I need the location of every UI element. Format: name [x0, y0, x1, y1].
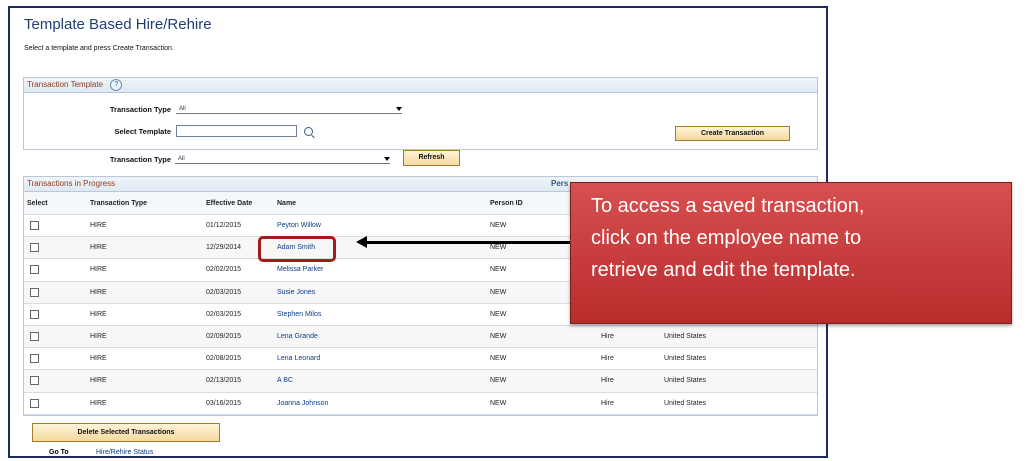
- column-header-transaction-type: Transaction Type: [90, 192, 206, 215]
- select-template-label: Select Template: [114, 127, 171, 136]
- transaction-type-cell: HIRE: [90, 214, 206, 238]
- row-checkbox[interactable]: [30, 332, 39, 342]
- effective-date-cell: 02/03/2015: [206, 303, 277, 326]
- action-cell: Hire: [601, 392, 664, 415]
- effective-date-cell: 02/13/2015: [206, 369, 277, 393]
- delete-selected-transactions-button[interactable]: Delete Selected Transactions: [32, 423, 220, 442]
- chevron-down-icon: [396, 107, 402, 111]
- table-row: HIRE 03/16/2015 Joanna Johnson NEW Hire Unite…: [24, 392, 817, 415]
- effective-date-cell: 02/03/2015: [206, 281, 277, 304]
- refresh-button[interactable]: Refresh: [403, 150, 460, 166]
- arrow-head-icon: [356, 236, 367, 248]
- employee-name-link[interactable]: Stephen Milos: [277, 303, 490, 326]
- search-icon[interactable]: [304, 127, 313, 136]
- page-title: Template Based Hire/Rehire: [24, 16, 212, 33]
- filter-transaction-type-select[interactable]: All: [175, 154, 390, 164]
- filter-transaction-type-value: All: [178, 156, 185, 162]
- column-header-effective-date: Effective Date: [206, 192, 277, 215]
- employee-name-link[interactable]: Peyton Willow: [277, 214, 490, 238]
- employee-name-link[interactable]: Lena Leonard: [277, 347, 490, 371]
- select-template-input[interactable]: [176, 125, 297, 137]
- action-cell: Hire: [601, 325, 664, 349]
- row-checkbox[interactable]: [30, 243, 39, 253]
- instructions: Select a template and press Create Trans…: [24, 45, 174, 52]
- transactions-in-progress-title: Transactions in Progress: [27, 179, 116, 188]
- column-header-name: Name: [277, 192, 490, 215]
- effective-date-cell: 02/02/2015: [206, 258, 277, 282]
- transaction-template-header: Transaction Template ?: [24, 78, 817, 93]
- name-highlight-box: [258, 236, 336, 262]
- transaction-template-section: Transaction Template ? Transaction Type …: [23, 77, 818, 150]
- transaction-type-cell: HIRE: [90, 369, 206, 393]
- action-cell: Hire: [601, 369, 664, 393]
- employee-name-link[interactable]: Lena Grande: [277, 325, 490, 349]
- transaction-type-select[interactable]: All: [176, 104, 402, 114]
- transaction-type-cell: HIRE: [90, 392, 206, 415]
- country-cell: United States: [664, 392, 817, 415]
- transaction-type-cell: HIRE: [90, 281, 206, 304]
- hire-rehire-status-link[interactable]: Hire/Rehire Status: [96, 449, 153, 456]
- row-checkbox[interactable]: [30, 309, 39, 319]
- employee-name-link[interactable]: Susie Jones: [277, 281, 490, 304]
- table-row: HIRE 02/13/2015 A BC NEW Hire United States: [24, 369, 817, 393]
- help-icon[interactable]: ?: [110, 78, 123, 91]
- row-checkbox[interactable]: [30, 376, 39, 386]
- transaction-template-title: Transaction Template: [27, 80, 104, 89]
- action-cell: Hire: [601, 347, 664, 371]
- country-cell: United States: [664, 325, 817, 349]
- column-header-select: Select: [24, 192, 90, 215]
- employee-name-link[interactable]: Melissa Parker: [277, 258, 490, 282]
- transaction-type-cell: HIRE: [90, 236, 206, 260]
- create-transaction-button[interactable]: Create Transaction: [675, 126, 790, 141]
- table-row: HIRE 02/08/2015 Lena Leonard NEW Hire United …: [24, 347, 817, 371]
- effective-date-cell: 02/08/2015: [206, 347, 277, 371]
- callout-text: To access a saved transaction, click on …: [591, 195, 865, 281]
- transaction-type-label: Transaction Type: [109, 105, 171, 114]
- transaction-type-cell: HIRE: [90, 347, 206, 371]
- arrow-line: [365, 241, 570, 244]
- row-checkbox[interactable]: [30, 354, 39, 364]
- effective-date-cell: 03/16/2015: [206, 392, 277, 415]
- effective-date-cell: 01/12/2015: [206, 214, 277, 238]
- person-id-cell: NEW: [490, 347, 601, 371]
- row-checkbox[interactable]: [30, 287, 39, 297]
- chevron-down-icon: [384, 157, 390, 161]
- table-row: HIRE 02/09/2015 Lena Grande NEW Hire United S…: [24, 325, 817, 349]
- transaction-type-cell: HIRE: [90, 325, 206, 349]
- row-checkbox[interactable]: [30, 398, 39, 408]
- instruction-callout: To access a saved transaction, click on …: [570, 182, 1012, 324]
- country-cell: United States: [664, 369, 817, 393]
- employee-name-link[interactable]: Joanna Johnson: [277, 392, 490, 415]
- personalize-link[interactable]: Pers: [551, 177, 568, 191]
- transaction-type-value: All: [179, 106, 186, 112]
- person-id-cell: NEW: [490, 392, 601, 415]
- goto-label: Go To: [49, 449, 69, 456]
- transaction-type-cell: HIRE: [90, 303, 206, 326]
- person-id-cell: NEW: [490, 369, 601, 393]
- row-checkbox[interactable]: [30, 265, 39, 275]
- row-checkbox[interactable]: [30, 221, 39, 231]
- filter-transaction-type-label: Transaction Type: [109, 155, 171, 164]
- country-cell: United States: [664, 347, 817, 371]
- transaction-type-cell: HIRE: [90, 258, 206, 282]
- employee-name-link[interactable]: A BC: [277, 369, 490, 393]
- person-id-cell: NEW: [490, 325, 601, 349]
- effective-date-cell: 02/09/2015: [206, 325, 277, 349]
